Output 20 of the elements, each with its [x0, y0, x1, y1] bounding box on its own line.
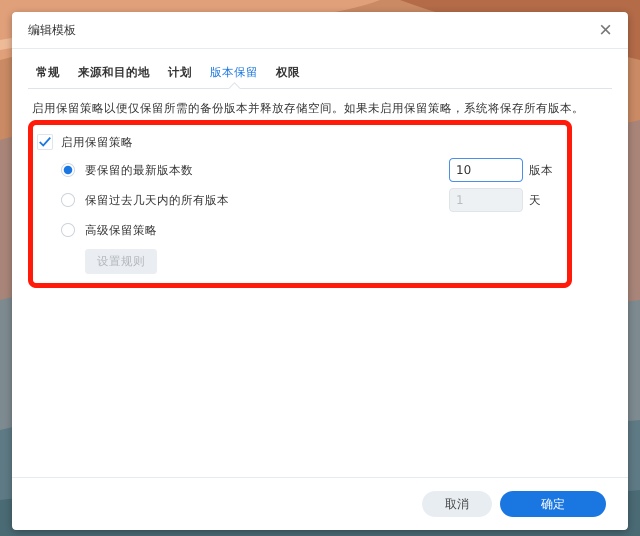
- tab[interactable]: 权限: [268, 59, 308, 88]
- radio-label: 高级保留策略: [85, 222, 158, 238]
- close-button[interactable]: ×: [599, 19, 612, 41]
- confirm-button[interactable]: 确定: [500, 491, 606, 517]
- description-text: 启用保留策略以便仅保留所需的备份版本并释放存储空间。如果未启用保留策略，系统将保存所有版本。: [32, 101, 585, 116]
- unit-label: 天: [529, 192, 542, 208]
- radio-label: 保留过去几天内的所有版本: [85, 192, 230, 208]
- radio-label: 要保留的最新版本数: [85, 162, 194, 178]
- tab[interactable]: 常规: [28, 59, 68, 88]
- unit-label: 版本: [529, 162, 554, 178]
- checkbox[interactable]: [37, 134, 53, 150]
- tab[interactable]: 计划: [160, 59, 200, 88]
- window-title: 编辑模板: [28, 22, 76, 38]
- checkbox-label: 启用保留策略: [61, 134, 133, 150]
- input-field[interactable]: 10: [449, 158, 523, 182]
- radio-button[interactable]: [61, 163, 75, 177]
- radio-button[interactable]: [61, 193, 75, 207]
- tab[interactable]: 来源和目的地: [70, 59, 158, 88]
- radio-button[interactable]: [61, 223, 75, 237]
- cancel-button[interactable]: 取消: [422, 491, 492, 517]
